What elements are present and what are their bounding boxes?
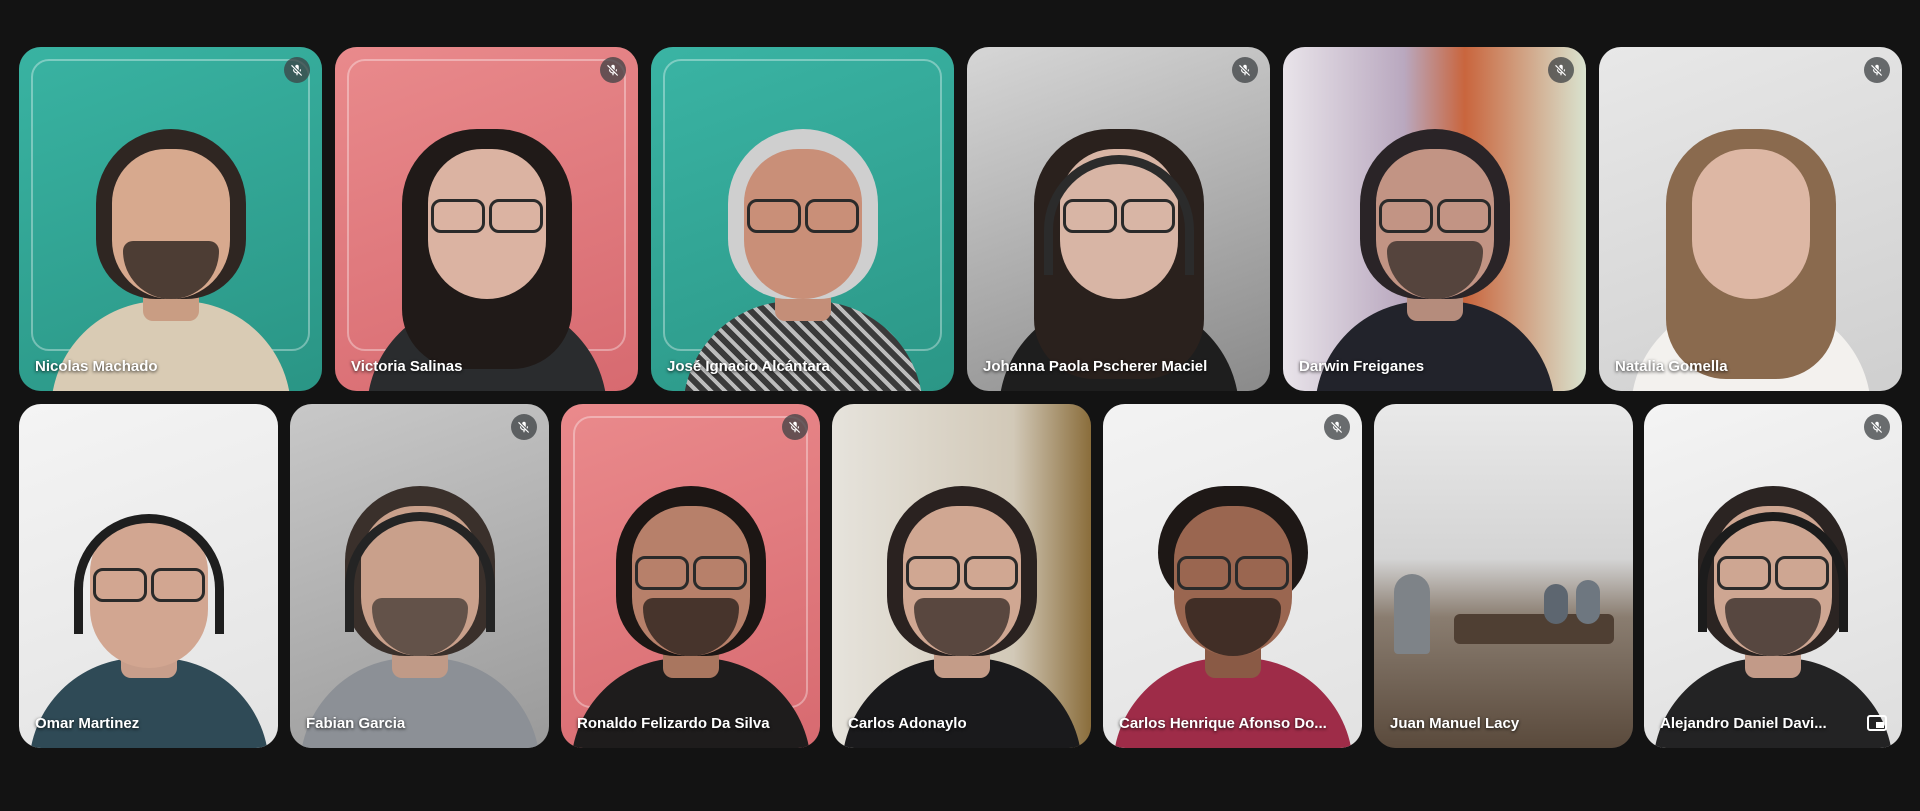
- participant-video: [1112, 448, 1353, 748]
- participant-tile-omar-martinez[interactable]: Omar Martinez: [19, 404, 278, 748]
- participant-tile-jose-ignacio-alcantara[interactable]: José Ignacio Alcántara: [651, 47, 954, 391]
- mic-off-icon: [600, 57, 626, 83]
- participant-tile-juan-manuel-lacy[interactable]: Juan Manuel Lacy: [1374, 404, 1633, 748]
- participant-name: Victoria Salinas: [351, 358, 463, 375]
- mic-off-icon: [1324, 414, 1350, 440]
- video-grid: Nicolas Machado Victoria Salinas José Ig…: [0, 0, 1920, 811]
- participant-name: Fabian Garcia: [306, 715, 406, 732]
- participant-video: [28, 448, 269, 748]
- conference-room-view: [1394, 554, 1614, 674]
- participant-tile-nicolas-machado[interactable]: Nicolas Machado: [19, 47, 322, 391]
- participant-name: Ronaldo Felizardo Da Silva: [577, 715, 770, 732]
- participant-video: [673, 91, 933, 391]
- participant-video: [1305, 91, 1565, 391]
- participant-video: [1621, 91, 1881, 391]
- participant-tile-natalia-gomella[interactable]: Natalia Gomella: [1599, 47, 1902, 391]
- mic-off-icon: [1232, 57, 1258, 83]
- mic-off-icon: [284, 57, 310, 83]
- participant-tile-ronaldo-felizardo-da-silva[interactable]: Ronaldo Felizardo Da Silva: [561, 404, 820, 748]
- mic-off-icon: [1864, 57, 1890, 83]
- participant-tile-carlos-henrique-afonso[interactable]: Carlos Henrique Afonso Do...: [1103, 404, 1362, 748]
- participant-video: [1653, 448, 1893, 748]
- mic-off-icon: [511, 414, 537, 440]
- participant-video: [570, 448, 811, 748]
- participant-video: [357, 91, 617, 391]
- participant-name: Natalia Gomella: [1615, 358, 1728, 375]
- participant-name: Omar Martinez: [35, 715, 140, 732]
- participant-name: José Ignacio Alcántara: [667, 358, 830, 375]
- participant-tile-alejandro-daniel[interactable]: Alejandro Daniel Davi...: [1644, 404, 1902, 748]
- participant-tile-carlos-adonaylo[interactable]: Carlos Adonaylo: [832, 404, 1091, 748]
- participant-tile-victoria-salinas[interactable]: Victoria Salinas: [335, 47, 638, 391]
- participant-tile-fabian-garcia[interactable]: Fabian Garcia: [290, 404, 549, 748]
- participant-video: [41, 91, 301, 391]
- participant-name: Nicolas Machado: [35, 358, 158, 375]
- participant-name: Darwin Freiganes: [1299, 358, 1425, 375]
- participant-name: Carlos Adonaylo: [848, 715, 967, 732]
- mic-off-icon: [1864, 414, 1890, 440]
- participant-tile-johanna-paola-pscherer-maciel[interactable]: Johanna Paola Pscherer Maciel: [967, 47, 1270, 391]
- participant-video: [989, 91, 1249, 391]
- participant-video: [841, 448, 1082, 748]
- participant-name: Carlos Henrique Afonso Do...: [1119, 715, 1327, 732]
- mic-off-icon: [1548, 57, 1574, 83]
- picture-in-picture-icon[interactable]: [1866, 714, 1888, 732]
- mic-off-icon: [782, 414, 808, 440]
- participant-tile-darwin-freiganes[interactable]: Darwin Freiganes: [1283, 47, 1586, 391]
- participant-name: Alejandro Daniel Davi...: [1660, 715, 1827, 732]
- participant-name: Juan Manuel Lacy: [1390, 715, 1520, 732]
- participant-video: [299, 448, 540, 748]
- participant-name: Johanna Paola Pscherer Maciel: [983, 358, 1208, 375]
